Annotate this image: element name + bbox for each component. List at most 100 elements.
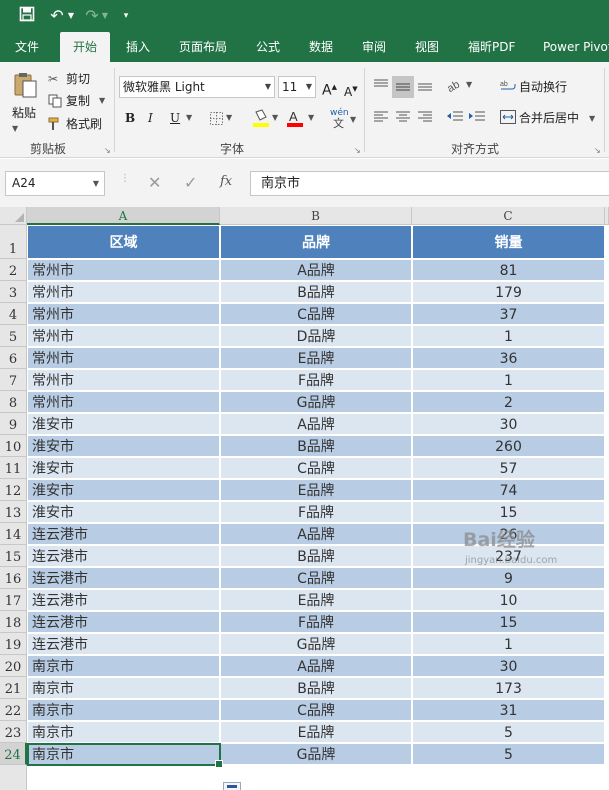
orientation-dropdown-icon[interactable]: ▼ [466,76,472,94]
tab-view[interactable]: 视图 [415,32,439,62]
worksheet-grid[interactable]: A B C 1 2 3 4 5 6 7 8 9 10 11 12 13 14 15 16 17 18 19 20 21 22 23… [0,207,609,790]
cut-button[interactable]: 剪切 [66,70,90,88]
formula-input[interactable]: 南京市 [250,171,609,196]
table-cell[interactable]: 连云港市 [28,524,219,544]
table-cell[interactable]: 260 [413,436,604,456]
undo-dropdown-icon[interactable]: ▼ [66,6,76,26]
table-header-cell[interactable]: 区域 [28,226,219,258]
table-cell[interactable]: 常州市 [28,304,219,324]
tab-formulas[interactable]: 公式 [256,32,280,62]
table-cell[interactable]: 常州市 [28,260,219,280]
table-cell[interactable]: 30 [413,656,604,676]
align-right-icon[interactable] [416,108,434,126]
table-cell[interactable]: G品牌 [221,634,411,654]
row-header[interactable]: 21 [0,677,27,699]
table-cell[interactable]: 淮安市 [28,480,219,500]
table-cell[interactable]: C品牌 [221,304,411,324]
table-cell[interactable]: E品牌 [221,480,411,500]
table-cell[interactable]: 81 [413,260,604,280]
row-header[interactable] [0,765,27,790]
row-header[interactable]: 2 [0,259,27,281]
table-cell[interactable]: 连云港市 [28,568,219,588]
merge-dropdown-icon[interactable]: ▼ [589,110,595,128]
paste-dropdown-icon[interactable]: ▼ [12,120,18,138]
tab-home[interactable]: 开始 [60,32,110,62]
table-cell[interactable]: 2 [413,392,604,412]
row-header[interactable]: 14 [0,523,27,545]
redo-dropdown-icon[interactable]: ▼ [100,6,110,26]
table-cell[interactable]: 1 [413,326,604,346]
merge-center-button[interactable]: 合并后居中 [519,109,579,127]
table-cell[interactable]: 9 [413,568,604,588]
phonetic-dropdown-icon[interactable]: ▼ [350,111,356,129]
font-name-select[interactable]: 微软雅黑 Light ▼ [119,76,275,98]
table-cell[interactable]: 连云港市 [28,634,219,654]
table-cell[interactable]: A品牌 [221,656,411,676]
align-top-icon[interactable] [372,76,390,94]
table-cell[interactable]: 淮安市 [28,436,219,456]
table-cell[interactable]: 连云港市 [28,546,219,566]
enter-icon[interactable]: ✓ [184,173,197,192]
quick-analysis-icon[interactable] [223,782,241,790]
grow-font-button[interactable]: A▲ [322,78,337,100]
increase-indent-icon[interactable] [468,108,486,126]
table-cell[interactable]: 1 [413,370,604,390]
table-cell[interactable]: 10 [413,590,604,610]
table-cell[interactable]: 常州市 [28,392,219,412]
table-cell[interactable]: 南京市 [28,656,219,676]
clipboard-launcher-icon[interactable]: ↘ [104,146,111,155]
table-cell[interactable]: 连云港市 [28,590,219,610]
table-cell[interactable]: 37 [413,304,604,324]
table-cell[interactable]: 南京市 [28,722,219,742]
table-cell[interactable]: 74 [413,480,604,500]
column-header-c[interactable]: C [412,207,605,225]
bold-button[interactable]: B [125,109,135,127]
font-launcher-icon[interactable]: ↘ [354,146,361,155]
insert-function-icon[interactable]: fx [220,174,232,189]
table-cell[interactable]: 5 [413,722,604,742]
row-header[interactable]: 3 [0,281,27,303]
align-center-icon[interactable] [394,108,412,126]
row-header[interactable]: 11 [0,457,27,479]
table-cell[interactable]: 179 [413,282,604,302]
cancel-icon[interactable]: ✕ [148,173,161,192]
font-color-icon[interactable]: A [286,108,304,128]
table-cell[interactable]: 5 [413,744,604,764]
borders-icon[interactable] [208,110,224,126]
table-cell[interactable]: 173 [413,678,604,698]
table-cell[interactable]: F品牌 [221,612,411,632]
fill-color-dropdown-icon[interactable]: ▼ [272,109,278,127]
underline-button[interactable]: U [170,109,180,127]
table-cell[interactable]: 常州市 [28,348,219,368]
table-header-cell[interactable]: 销量 [413,226,604,258]
table-cell[interactable]: B品牌 [221,282,411,302]
row-header[interactable]: 19 [0,633,27,655]
undo-icon[interactable]: ↶ [48,6,66,26]
table-cell[interactable]: E品牌 [221,722,411,742]
borders-dropdown-icon[interactable]: ▼ [226,109,232,127]
row-header[interactable]: 7 [0,369,27,391]
table-cell[interactable]: B品牌 [221,436,411,456]
table-cell[interactable]: 淮安市 [28,458,219,478]
table-cell[interactable]: A品牌 [221,524,411,544]
table-cell[interactable]: G品牌 [221,744,411,764]
row-header[interactable]: 18 [0,611,27,633]
table-cell[interactable]: C品牌 [221,458,411,478]
table-cell[interactable]: 南京市 [28,700,219,720]
redo-icon[interactable]: ↷ [84,6,100,26]
customize-toolbar-icon[interactable]: ▾ [120,6,132,26]
table-cell[interactable]: B品牌 [221,678,411,698]
table-header-cell[interactable]: 品牌 [221,226,411,258]
table-cell[interactable]: B品牌 [221,546,411,566]
fill-color-icon[interactable] [252,108,270,128]
row-header[interactable]: 1 [0,225,27,259]
column-header-b[interactable]: B [220,207,412,225]
table-cell[interactable]: F品牌 [221,502,411,522]
table-cell[interactable]: 1 [413,634,604,654]
row-header[interactable]: 23 [0,721,27,743]
table-cell[interactable]: 57 [413,458,604,478]
table-cell[interactable]: 15 [413,612,604,632]
save-icon[interactable] [18,6,36,26]
table-cell[interactable]: 常州市 [28,370,219,390]
table-cell[interactable]: 15 [413,502,604,522]
